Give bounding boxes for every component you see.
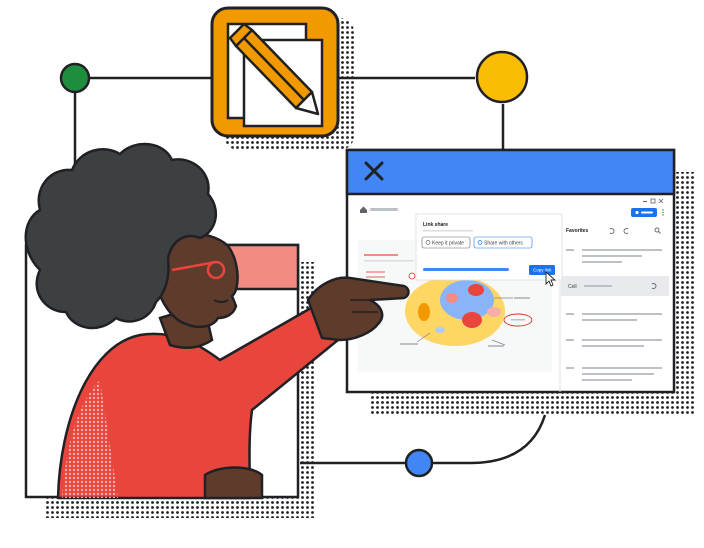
selected-item-label: Cell xyxy=(568,284,577,290)
green-node xyxy=(59,62,91,94)
share-icon xyxy=(635,210,639,215)
keep-private-label: Keep it private xyxy=(432,241,464,247)
yellow-node xyxy=(475,50,529,104)
illustration: Favorites Cell Link share Keep it privat… xyxy=(0,0,704,548)
blue-node xyxy=(404,448,434,478)
window-titlebar xyxy=(345,148,676,196)
share-others-label: Share with others xyxy=(484,241,523,247)
keep-private-option[interactable]: Keep it private xyxy=(421,236,471,249)
illustration-art: Favorites Cell Link share Keep it privat… xyxy=(24,6,696,518)
copy-link-label: Copy link xyxy=(533,268,552,273)
share-button[interactable] xyxy=(631,208,657,217)
pencil-notes-app-icon xyxy=(210,6,354,150)
share-dialog: Link share Keep it private Share with ot… xyxy=(415,213,563,287)
breadcrumb xyxy=(370,208,398,211)
dialog-title: Link share xyxy=(423,222,448,228)
link-field[interactable] xyxy=(423,268,509,271)
list-item-selected[interactable]: Cell xyxy=(561,276,669,296)
copy-link-button[interactable]: Copy link xyxy=(529,265,555,275)
more-icon[interactable] xyxy=(662,209,664,216)
app-window: Favorites Cell Link share Keep it privat… xyxy=(345,148,696,414)
share-others-option[interactable]: Share with others xyxy=(473,236,533,249)
side-panel-header: Favorites xyxy=(566,228,588,234)
